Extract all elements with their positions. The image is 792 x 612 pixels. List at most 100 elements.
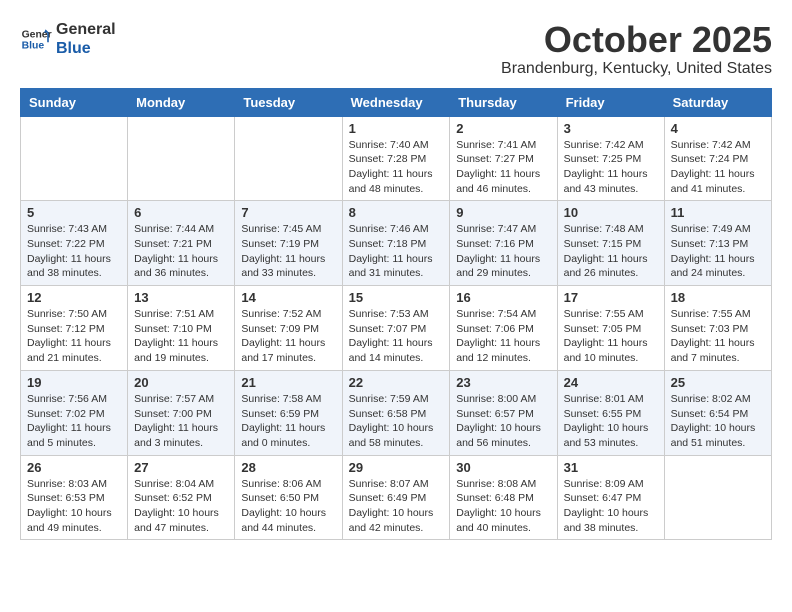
- day-number: 28: [241, 460, 335, 475]
- calendar-header-row: SundayMondayTuesdayWednesdayThursdayFrid…: [21, 88, 772, 116]
- day-number: 8: [349, 205, 444, 220]
- calendar-cell: 4Sunrise: 7:42 AM Sunset: 7:24 PM Daylig…: [664, 116, 771, 201]
- day-number: 3: [564, 121, 658, 136]
- calendar-cell: 6 Sunrise: 7:44 AM Sunset: 7:21 PM Daylig…: [128, 201, 235, 286]
- calendar-cell: 3 Sunrise: 7:42 AM Sunset: 7:25 PM Daylig…: [557, 116, 664, 201]
- calendar-cell: 30 Sunrise: 8:08 AM Sunset: 6:48 PM Dayli…: [450, 455, 557, 540]
- day-number: 9: [456, 205, 550, 220]
- day-info: Sunrise: 7:52 AM Sunset: 7:09 PM Dayligh…: [241, 307, 335, 366]
- calendar-cell: 8 Sunrise: 7:46 AM Sunset: 7:18 PM Daylig…: [342, 201, 450, 286]
- day-info: Sunrise: 8:08 AM Sunset: 6:48 PM Dayligh…: [456, 477, 550, 536]
- calendar-cell: 18Sunrise: 7:55 AM Sunset: 7:03 PM Dayli…: [664, 286, 771, 371]
- day-info: Sunrise: 7:44 AM Sunset: 7:21 PM Dayligh…: [134, 222, 228, 281]
- location-title: Brandenburg, Kentucky, United States: [501, 60, 772, 78]
- day-info: Sunrise: 8:06 AM Sunset: 6:50 PM Dayligh…: [241, 477, 335, 536]
- calendar-week-5: 26 Sunrise: 8:03 AM Sunset: 6:53 PM Dayli…: [21, 455, 772, 540]
- day-info: Sunrise: 7:54 AM Sunset: 7:06 PM Dayligh…: [456, 307, 550, 366]
- calendar-cell: 25 Sunrise: 8:02 AM Sunset: 6:54 PM Dayli…: [664, 370, 771, 455]
- logo-line2: Blue: [56, 39, 116, 58]
- day-number: 7: [241, 205, 335, 220]
- calendar-cell: 2 Sunrise: 7:41 AM Sunset: 7:27 PM Daylig…: [450, 116, 557, 201]
- day-number: 5: [27, 205, 121, 220]
- day-info: Sunrise: 7:51 AM Sunset: 7:10 PM Dayligh…: [134, 307, 228, 366]
- calendar-cell: 14 Sunrise: 7:52 AM Sunset: 7:09 PM Dayli…: [235, 286, 342, 371]
- day-info: Sunrise: 8:02 AM Sunset: 6:54 PM Dayligh…: [671, 392, 765, 451]
- calendar-cell: [128, 116, 235, 201]
- day-number: 10: [564, 205, 658, 220]
- calendar-cell: 29 Sunrise: 8:07 AM Sunset: 6:49 PM Dayli…: [342, 455, 450, 540]
- day-info: Sunrise: 7:56 AM Sunset: 7:02 PM Dayligh…: [27, 392, 121, 451]
- calendar-cell: 28 Sunrise: 8:06 AM Sunset: 6:50 PM Dayli…: [235, 455, 342, 540]
- day-info: Sunrise: 8:01 AM Sunset: 6:55 PM Dayligh…: [564, 392, 658, 451]
- column-header-monday: Monday: [128, 88, 235, 116]
- day-number: 6: [134, 205, 228, 220]
- day-number: 16: [456, 290, 550, 305]
- calendar-cell: 21 Sunrise: 7:58 AM Sunset: 6:59 PM Dayli…: [235, 370, 342, 455]
- day-info: Sunrise: 8:09 AM Sunset: 6:47 PM Dayligh…: [564, 477, 658, 536]
- day-number: 19: [27, 375, 121, 390]
- day-info: Sunrise: 7:57 AM Sunset: 7:00 PM Dayligh…: [134, 392, 228, 451]
- day-info: Sunrise: 7:58 AM Sunset: 6:59 PM Dayligh…: [241, 392, 335, 451]
- calendar-week-3: 12Sunrise: 7:50 AM Sunset: 7:12 PM Dayli…: [21, 286, 772, 371]
- calendar-cell: [235, 116, 342, 201]
- calendar-cell: 19 Sunrise: 7:56 AM Sunset: 7:02 PM Dayli…: [21, 370, 128, 455]
- calendar-cell: 13 Sunrise: 7:51 AM Sunset: 7:10 PM Dayli…: [128, 286, 235, 371]
- day-info: Sunrise: 7:55 AM Sunset: 7:03 PM Dayligh…: [671, 307, 765, 366]
- column-header-friday: Friday: [557, 88, 664, 116]
- day-info: Sunrise: 7:41 AM Sunset: 7:27 PM Dayligh…: [456, 138, 550, 197]
- calendar-cell: [664, 455, 771, 540]
- calendar-week-1: 1Sunrise: 7:40 AM Sunset: 7:28 PM Daylig…: [21, 116, 772, 201]
- day-info: Sunrise: 7:45 AM Sunset: 7:19 PM Dayligh…: [241, 222, 335, 281]
- day-info: Sunrise: 7:40 AM Sunset: 7:28 PM Dayligh…: [349, 138, 444, 197]
- day-number: 22: [349, 375, 444, 390]
- day-number: 25: [671, 375, 765, 390]
- calendar-cell: 10 Sunrise: 7:48 AM Sunset: 7:15 PM Dayli…: [557, 201, 664, 286]
- day-info: Sunrise: 7:46 AM Sunset: 7:18 PM Dayligh…: [349, 222, 444, 281]
- day-number: 17: [564, 290, 658, 305]
- day-info: Sunrise: 7:55 AM Sunset: 7:05 PM Dayligh…: [564, 307, 658, 366]
- svg-text:Blue: Blue: [22, 41, 45, 52]
- calendar-table: SundayMondayTuesdayWednesdayThursdayFrid…: [20, 88, 772, 541]
- column-header-sunday: Sunday: [21, 88, 128, 116]
- day-number: 13: [134, 290, 228, 305]
- day-info: Sunrise: 7:59 AM Sunset: 6:58 PM Dayligh…: [349, 392, 444, 451]
- calendar-cell: 12Sunrise: 7:50 AM Sunset: 7:12 PM Dayli…: [21, 286, 128, 371]
- day-number: 27: [134, 460, 228, 475]
- calendar-cell: 31 Sunrise: 8:09 AM Sunset: 6:47 PM Dayli…: [557, 455, 664, 540]
- page-header: General Blue General Blue October 2025 B…: [20, 20, 772, 78]
- day-info: Sunrise: 8:03 AM Sunset: 6:53 PM Dayligh…: [27, 477, 121, 536]
- logo: General Blue General Blue: [20, 20, 116, 58]
- day-number: 31: [564, 460, 658, 475]
- column-header-wednesday: Wednesday: [342, 88, 450, 116]
- day-info: Sunrise: 7:42 AM Sunset: 7:25 PM Dayligh…: [564, 138, 658, 197]
- day-number: 24: [564, 375, 658, 390]
- day-number: 2: [456, 121, 550, 136]
- calendar-cell: 15Sunrise: 7:53 AM Sunset: 7:07 PM Dayli…: [342, 286, 450, 371]
- calendar-cell: [21, 116, 128, 201]
- day-number: 14: [241, 290, 335, 305]
- day-number: 30: [456, 460, 550, 475]
- day-number: 21: [241, 375, 335, 390]
- calendar-cell: 16 Sunrise: 7:54 AM Sunset: 7:06 PM Dayli…: [450, 286, 557, 371]
- month-title: October 2025: [501, 20, 772, 60]
- logo-icon: General Blue: [20, 23, 52, 55]
- day-number: 12: [27, 290, 121, 305]
- day-info: Sunrise: 7:49 AM Sunset: 7:13 PM Dayligh…: [671, 222, 765, 281]
- calendar-cell: 11Sunrise: 7:49 AM Sunset: 7:13 PM Dayli…: [664, 201, 771, 286]
- calendar-cell: 22 Sunrise: 7:59 AM Sunset: 6:58 PM Dayli…: [342, 370, 450, 455]
- day-number: 29: [349, 460, 444, 475]
- calendar-cell: 1Sunrise: 7:40 AM Sunset: 7:28 PM Daylig…: [342, 116, 450, 201]
- calendar-cell: 26 Sunrise: 8:03 AM Sunset: 6:53 PM Dayli…: [21, 455, 128, 540]
- day-info: Sunrise: 8:00 AM Sunset: 6:57 PM Dayligh…: [456, 392, 550, 451]
- calendar-cell: 5 Sunrise: 7:43 AM Sunset: 7:22 PM Daylig…: [21, 201, 128, 286]
- day-number: 4: [671, 121, 765, 136]
- day-info: Sunrise: 8:07 AM Sunset: 6:49 PM Dayligh…: [349, 477, 444, 536]
- day-info: Sunrise: 7:48 AM Sunset: 7:15 PM Dayligh…: [564, 222, 658, 281]
- day-number: 23: [456, 375, 550, 390]
- day-info: Sunrise: 7:47 AM Sunset: 7:16 PM Dayligh…: [456, 222, 550, 281]
- calendar-week-4: 19 Sunrise: 7:56 AM Sunset: 7:02 PM Dayli…: [21, 370, 772, 455]
- day-info: Sunrise: 7:43 AM Sunset: 7:22 PM Dayligh…: [27, 222, 121, 281]
- calendar-cell: 9 Sunrise: 7:47 AM Sunset: 7:16 PM Daylig…: [450, 201, 557, 286]
- day-number: 26: [27, 460, 121, 475]
- column-header-tuesday: Tuesday: [235, 88, 342, 116]
